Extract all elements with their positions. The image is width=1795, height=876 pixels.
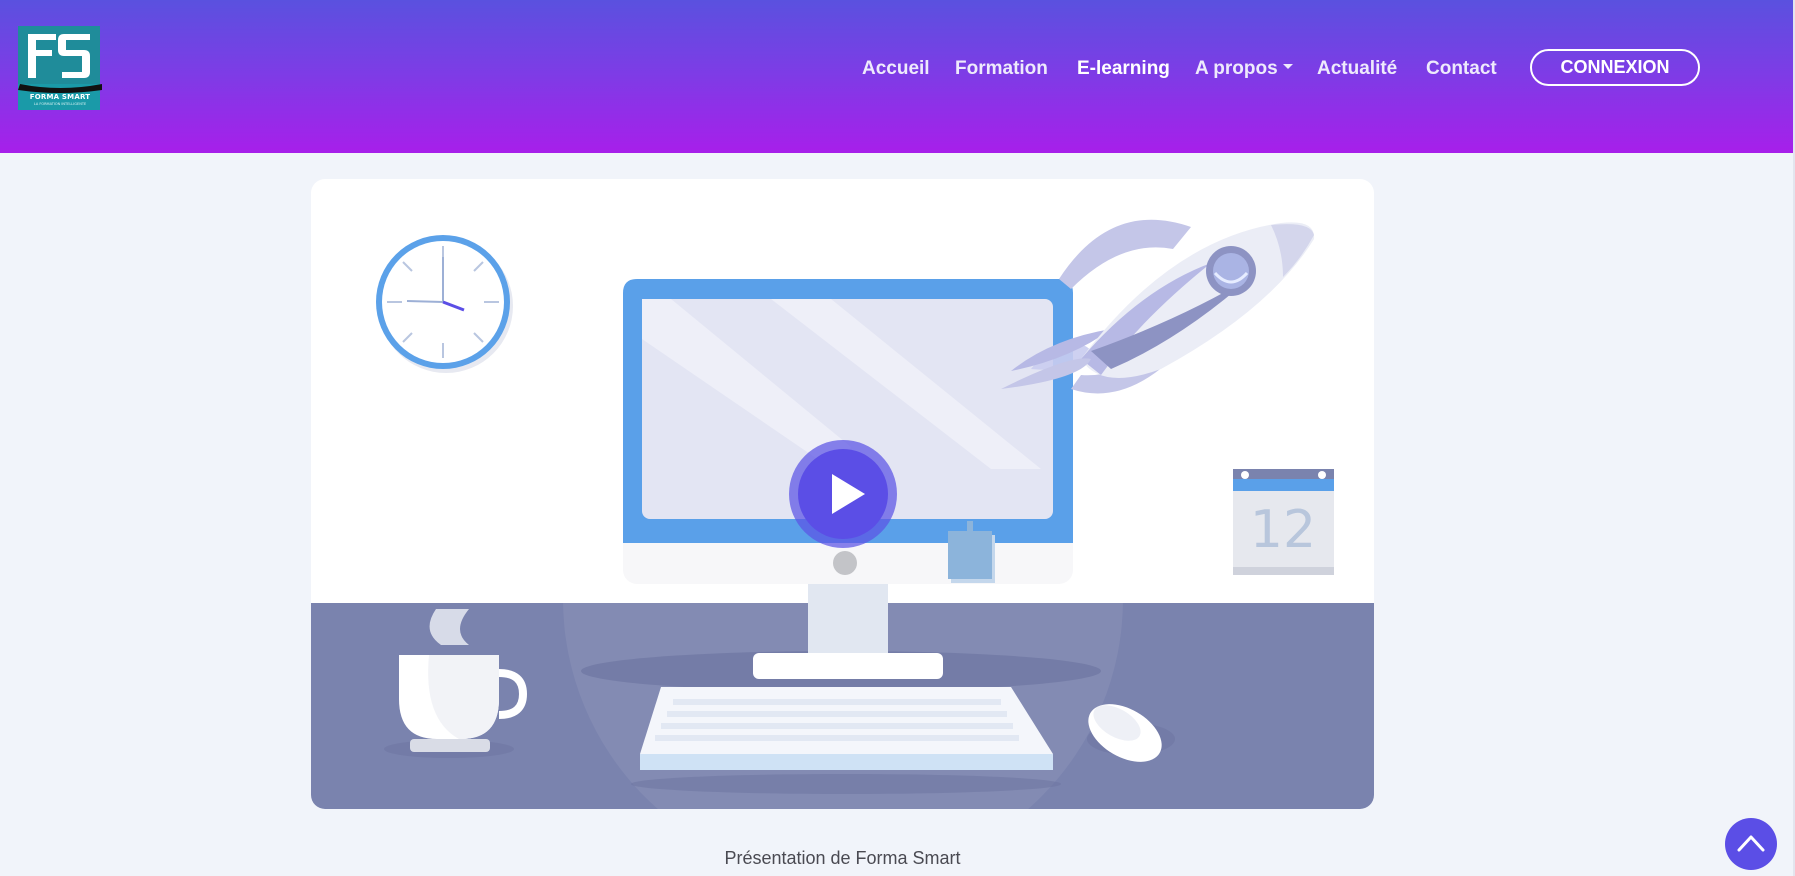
login-button[interactable]: CONNEXION xyxy=(1530,49,1700,86)
site-header: FORMA SMART LA FORMATION INTELLIGENTE Ac… xyxy=(0,0,1793,153)
calendar-day: 12 xyxy=(1250,500,1316,560)
nav-e-learning[interactable]: E-learning xyxy=(1077,58,1170,80)
clock-icon xyxy=(376,235,513,373)
back-to-top-button[interactable] xyxy=(1725,818,1777,870)
logo-tagline: LA FORMATION INTELLIGENTE xyxy=(33,102,87,106)
nav-formation[interactable]: Formation xyxy=(955,58,1048,80)
logo-name: FORMA SMART xyxy=(29,93,91,101)
nav-actualite[interactable]: Actualité xyxy=(1317,58,1397,80)
play-icon xyxy=(832,474,865,514)
nav-contact[interactable]: Contact xyxy=(1426,58,1497,80)
video-thumbnail[interactable]: 12 xyxy=(311,179,1374,809)
main-nav: Accueil Formation E-learning A propos Ac… xyxy=(0,58,1500,80)
play-button[interactable] xyxy=(789,440,897,548)
chevron-up-icon xyxy=(1737,835,1765,852)
play-button-inner xyxy=(798,449,888,539)
calendar-icon: 12 xyxy=(1233,469,1334,575)
nav-accueil[interactable]: Accueil xyxy=(862,58,930,80)
caret-down-icon xyxy=(1282,64,1293,70)
nav-a-propos-label: A propos xyxy=(1195,58,1278,79)
keyboard-icon xyxy=(631,687,1061,794)
nav-a-propos[interactable]: A propos xyxy=(1195,58,1293,80)
video-caption: Présentation de Forma Smart xyxy=(724,848,961,868)
